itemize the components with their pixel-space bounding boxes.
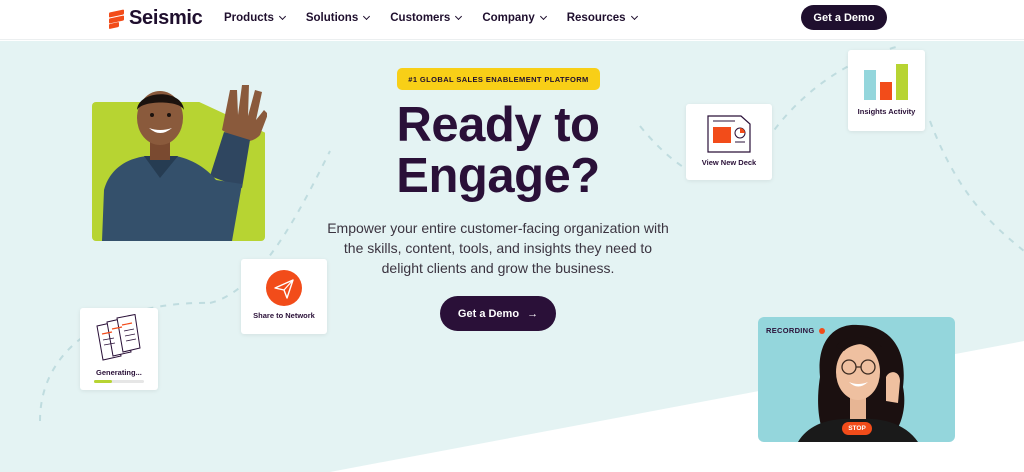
logo-text: Seismic [129, 6, 203, 29]
recording-indicator: RECORDING [766, 326, 825, 335]
menu-item-label: Company [482, 12, 535, 24]
chevron-down-icon [630, 12, 638, 21]
hero-get-demo-button[interactable]: Get a Demo → [440, 296, 556, 331]
recording-label: RECORDING [766, 326, 815, 335]
hero-cta-label: Get a Demo [457, 307, 520, 320]
nav-get-demo-button[interactable]: Get a Demo [801, 5, 887, 30]
card-label: Generating... [96, 368, 142, 377]
record-dot-icon [818, 327, 825, 334]
chevron-down-icon [363, 12, 371, 21]
arrow-right-icon: → [527, 307, 539, 320]
menu-item-company[interactable]: Company [482, 12, 547, 24]
presentation-icon [707, 115, 751, 153]
menu-item-resources[interactable]: Resources [566, 12, 638, 24]
menu-item-solutions[interactable]: Solutions [305, 12, 371, 24]
hero-headline: Ready to Engage? [396, 98, 600, 203]
top-nav: Seismic Products Solutions Customers Com… [0, 0, 1024, 40]
insights-activity-card: Insights Activity [848, 50, 925, 131]
man-illustration [102, 85, 267, 241]
hero-subtext: Empower your entire customer-facing orga… [327, 220, 669, 276]
dashed-flow-line [929, 120, 1024, 252]
chevron-down-icon [278, 12, 286, 21]
documents-icon [96, 314, 141, 361]
chevron-down-icon [539, 12, 547, 21]
menu-item-label: Resources [566, 12, 626, 24]
chevron-down-icon [455, 12, 463, 21]
menu-item-customers[interactable]: Customers [390, 12, 463, 24]
progress-fill [94, 380, 112, 383]
view-new-deck-card: View New Deck [686, 104, 772, 180]
main-menu: Products Solutions Customers Company Res… [224, 0, 658, 36]
card-label: Share to Network [253, 311, 315, 320]
card-label: View New Deck [701, 158, 757, 167]
generating-card: Generating... [80, 308, 158, 390]
menu-item-label: Solutions [305, 12, 359, 24]
seismic-logo[interactable]: Seismic [109, 6, 203, 30]
logo-mark-icon [109, 9, 125, 30]
paper-plane-icon [266, 270, 302, 306]
menu-item-products[interactable]: Products [224, 12, 286, 24]
platform-badge: #1 GLOBAL SALES ENABLEMENT PLATFORM [397, 68, 600, 90]
recording-video-card: RECORDING STOP [758, 317, 955, 442]
card-label: Insights Activity [857, 107, 916, 116]
menu-item-label: Products [224, 12, 274, 24]
generating-progress-bar [94, 380, 144, 383]
share-to-network-card: Share to Network [241, 259, 327, 334]
stop-recording-button[interactable]: STOP [842, 422, 872, 435]
person-waving-image [92, 80, 267, 242]
menu-item-label: Customers [390, 12, 451, 24]
bar-chart-icon [864, 64, 908, 100]
